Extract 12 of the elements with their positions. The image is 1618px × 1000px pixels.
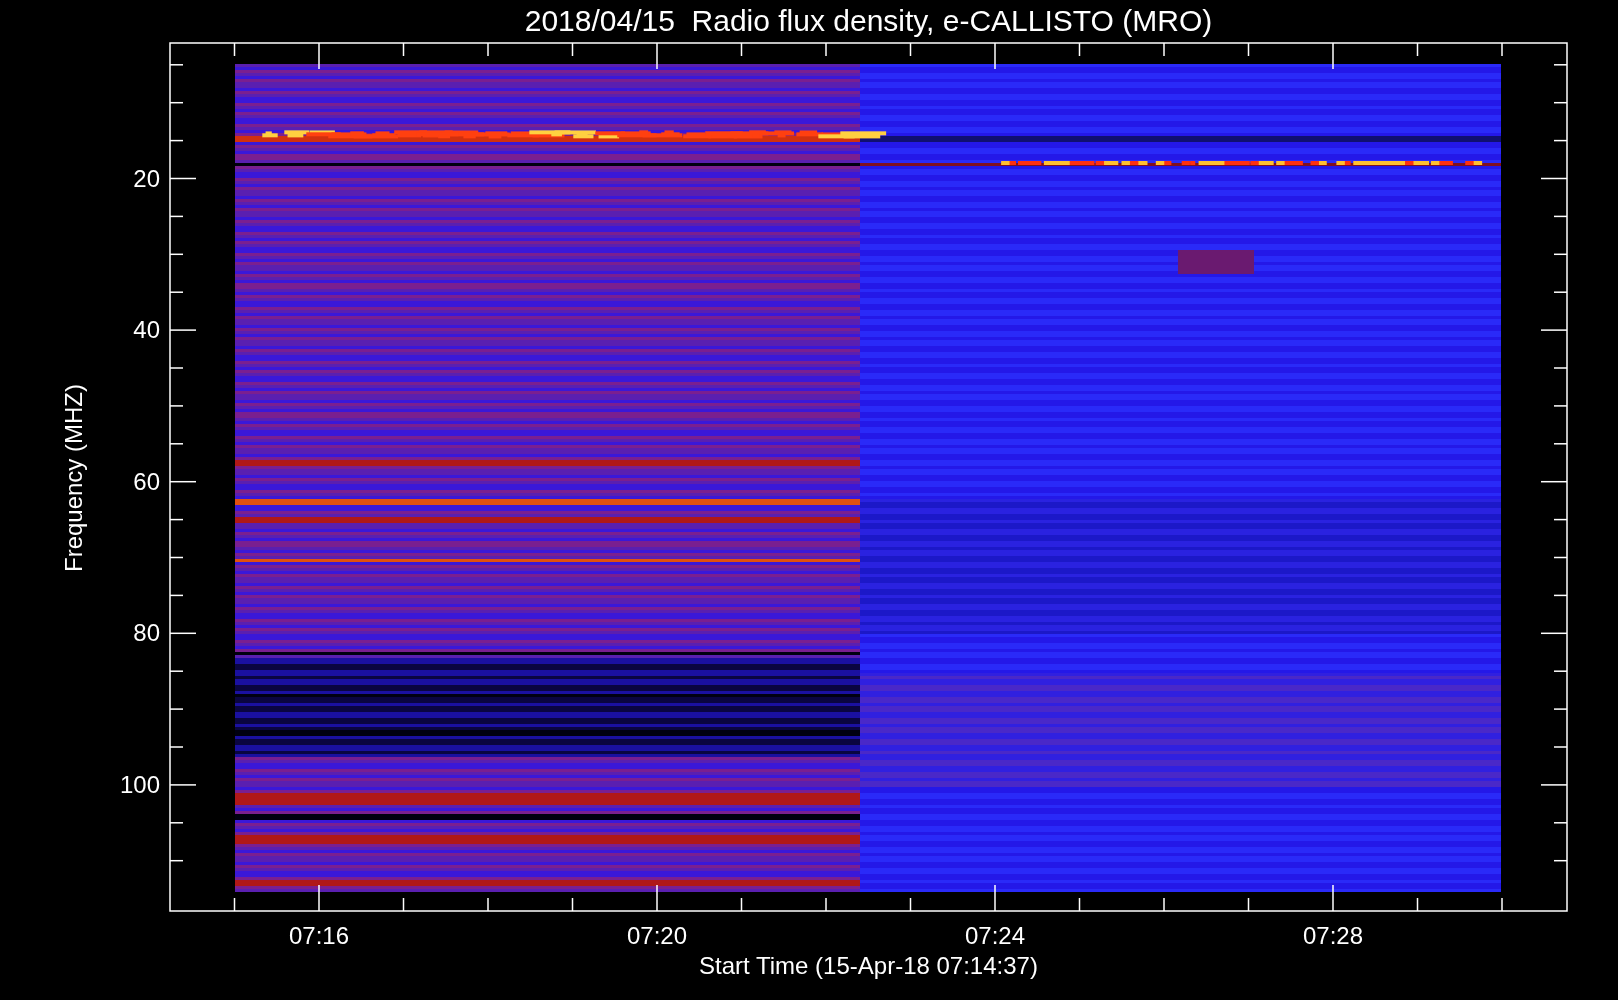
x-tick-label: 07:24 — [964, 922, 1026, 949]
y-tick-label: 20 — [133, 164, 160, 192]
y-tick-label: 100 — [119, 770, 160, 798]
y-axis-label: Frequency (MHZ) — [60, 384, 87, 572]
x-tick-label: 07:16 — [288, 922, 350, 949]
y-tick-label: 80 — [133, 619, 160, 647]
y-tick-label: 60 — [133, 467, 160, 495]
y-tick-label: 40 — [133, 316, 160, 344]
x-axis-label: Start Time (15-Apr-18 07:14:37) — [699, 952, 1038, 979]
x-tick-label: 07:28 — [1302, 922, 1364, 949]
x-tick-label: 07:20 — [626, 922, 688, 949]
chart-title: 2018/04/15 Radio flux density, e-CALLISTO (MRO) — [524, 4, 1213, 37]
